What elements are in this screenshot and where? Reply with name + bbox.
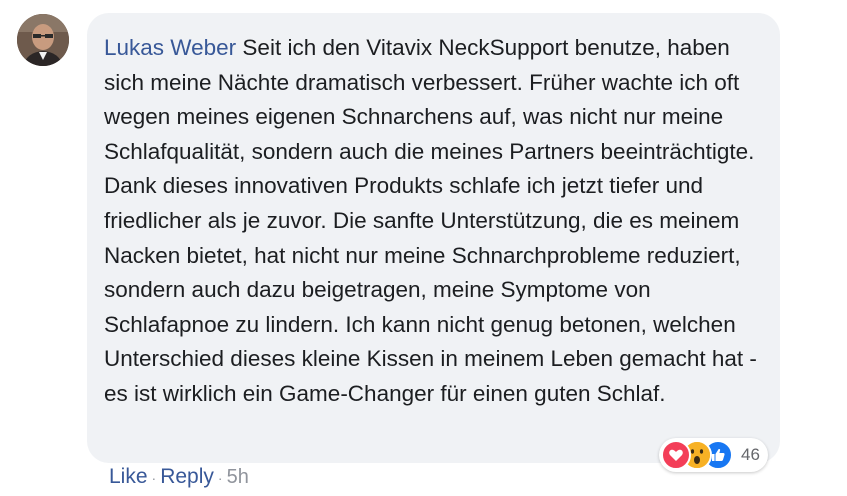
reply-button[interactable]: Reply xyxy=(160,462,214,492)
comment-timestamp[interactable]: 5h xyxy=(227,462,249,492)
comment-body: Lukas Weber Seit ich den Vitavix NeckSup… xyxy=(104,31,762,412)
comment-bubble: Lukas Weber Seit ich den Vitavix NeckSup… xyxy=(87,13,780,463)
comment-text: Seit ich den Vitavix NeckSupport benutze… xyxy=(104,35,757,406)
like-button[interactable]: Like xyxy=(109,462,148,492)
action-separator: · xyxy=(151,470,157,486)
avatar[interactable] xyxy=(17,14,69,66)
comment-actions: Like · Reply · 5h xyxy=(109,462,249,493)
comment-author-link[interactable]: Lukas Weber xyxy=(104,35,236,60)
reactions-summary[interactable]: 46 xyxy=(659,438,768,472)
love-icon xyxy=(661,440,691,470)
reaction-count: 46 xyxy=(741,445,760,464)
action-separator: · xyxy=(217,470,223,486)
